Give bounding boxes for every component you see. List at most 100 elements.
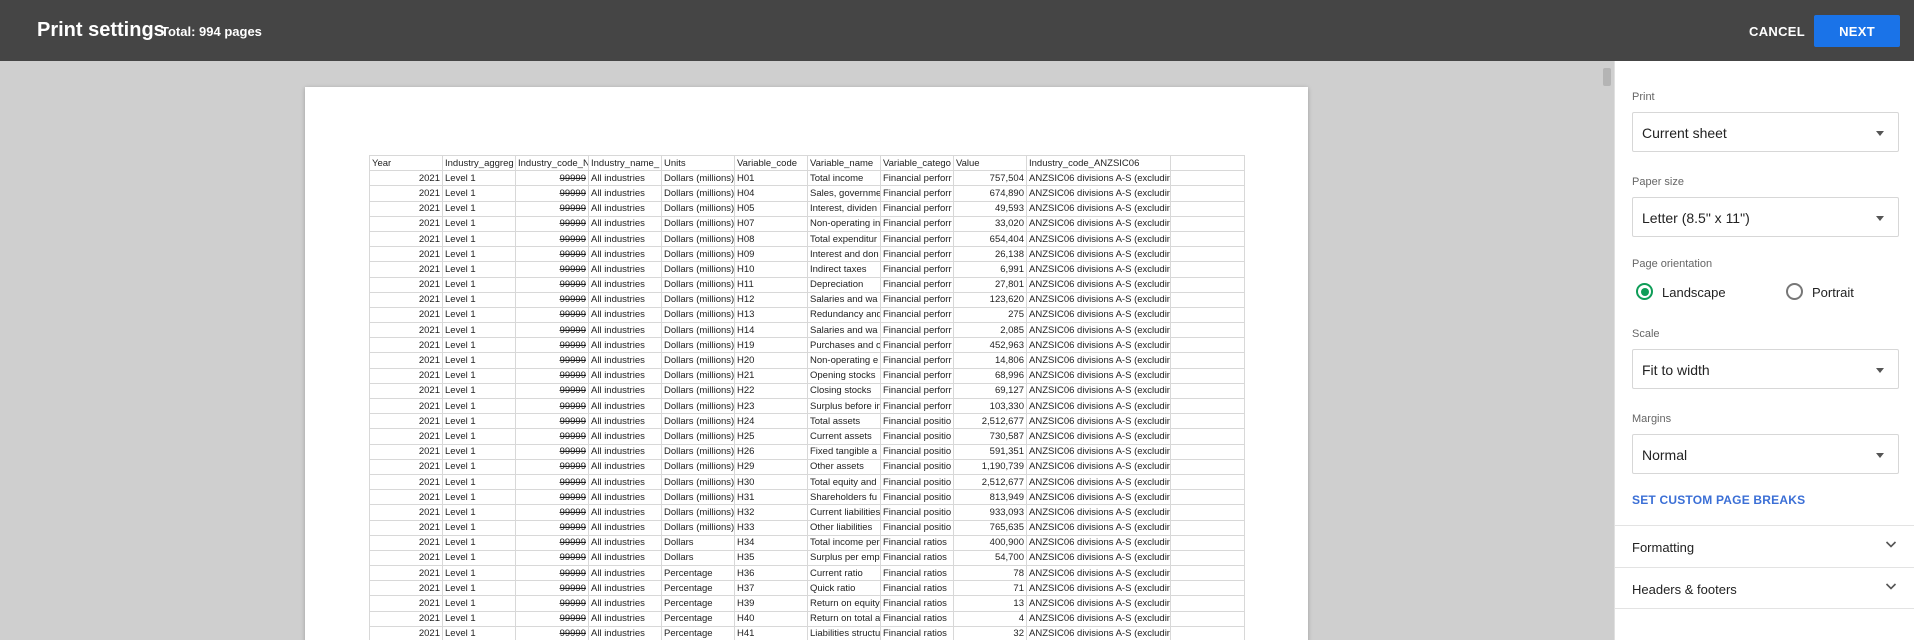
margins-select[interactable]: Normal xyxy=(1632,434,1899,474)
paper-size-select[interactable]: Letter (8.5" x 11") xyxy=(1632,197,1899,237)
table-cell: Dollars (millions) xyxy=(661,170,735,187)
table-row: 2021 Level 1 99999 All industries Dollars (m… xyxy=(369,291,1245,308)
print-select[interactable]: Current sheet xyxy=(1632,112,1899,152)
table-cell: Surplus per emp xyxy=(807,549,881,567)
table-cell: H26 xyxy=(734,443,808,460)
table-cell: Financial positio xyxy=(880,473,954,491)
table-cell: 99999 xyxy=(515,413,589,430)
table-row: 2021 Level 1 99999 All industries Dollars (m… xyxy=(369,322,1245,339)
table-row: 2021 Level 1 99999 All industries Percentage… xyxy=(369,565,1245,582)
preview-scrollbar[interactable] xyxy=(1603,68,1611,86)
table-cell: H13 xyxy=(734,306,808,324)
table-cell: Interest and don xyxy=(807,246,881,263)
table-cell xyxy=(1170,595,1245,612)
table-cell: Dollars (millions) xyxy=(661,276,735,293)
table-cell xyxy=(1170,306,1245,324)
table-cell: H37 xyxy=(734,580,808,597)
table-cell xyxy=(1170,185,1245,202)
table-header-row: Year Industry_aggreg Industry_code_N Indust… xyxy=(369,154,1245,172)
table-cell: Indirect taxes xyxy=(807,261,881,278)
preview-page: Year Industry_aggreg Industry_code_N Indust… xyxy=(305,87,1308,640)
table-cell: 99999 xyxy=(515,595,589,612)
table-cell: All industries xyxy=(588,428,662,445)
formatting-section[interactable]: Formatting xyxy=(1615,525,1914,567)
table-cell: Financial positio xyxy=(880,504,954,521)
table-cell xyxy=(1170,322,1245,339)
table-row: 2021 Level 1 99999 All industries Dollars H34… xyxy=(369,534,1245,551)
table-cell: Dollars (millions) xyxy=(661,428,735,445)
table-row: 2021 Level 1 99999 All industries Dollars (m… xyxy=(369,306,1245,324)
table-cell: Level 1 xyxy=(442,565,516,582)
table-row: 2021 Level 1 99999 All industries Dollars (m… xyxy=(369,215,1245,232)
table-cell: Financial perforr xyxy=(880,306,954,324)
table-cell: 13 xyxy=(953,595,1027,612)
table-cell: 68,996 xyxy=(953,367,1027,384)
table-cell: All industries xyxy=(588,230,662,248)
table-cell: H31 xyxy=(734,489,808,506)
table-cell: Level 1 xyxy=(442,413,516,430)
table-cell: H34 xyxy=(734,534,808,551)
table-cell: ANZSIC06 divisions A-S (excluding classe… xyxy=(1026,352,1171,369)
table-cell: 2021 xyxy=(369,185,443,202)
landscape-radio[interactable] xyxy=(1636,283,1653,300)
table-cell: Level 1 xyxy=(442,215,516,232)
table-cell: ANZSIC06 divisions A-S (excluding classe… xyxy=(1026,580,1171,597)
table-cell: All industries xyxy=(588,215,662,232)
table-cell: 103,330 xyxy=(953,397,1027,415)
table-cell: 2021 xyxy=(369,291,443,308)
table-cell: 2021 xyxy=(369,276,443,293)
table-cell: All industries xyxy=(588,443,662,460)
table-cell xyxy=(1170,534,1245,551)
table-cell: Surplus before in xyxy=(807,397,881,415)
column-header xyxy=(1170,154,1245,172)
portrait-radio[interactable] xyxy=(1786,283,1803,300)
table-cell xyxy=(1170,458,1245,475)
cancel-button[interactable]: CANCEL xyxy=(1734,16,1820,46)
table-cell: Level 1 xyxy=(442,428,516,445)
table-cell: Financial positio xyxy=(880,489,954,506)
table-cell xyxy=(1170,200,1245,217)
table-cell: Level 1 xyxy=(442,534,516,551)
table-cell: 99999 xyxy=(515,428,589,445)
scale-select[interactable]: Fit to width xyxy=(1632,349,1899,389)
table-cell: All industries xyxy=(588,519,662,536)
column-header: Industry_code_ANZSIC06 xyxy=(1026,154,1171,172)
table-cell: ANZSIC06 divisions A-S (excluding classe… xyxy=(1026,473,1171,491)
column-header: Industry_name_ xyxy=(588,154,662,172)
portrait-label[interactable]: Portrait xyxy=(1812,285,1854,300)
table-cell: 99999 xyxy=(515,625,589,640)
set-custom-page-breaks-link[interactable]: SET CUSTOM PAGE BREAKS xyxy=(1632,493,1805,507)
next-button[interactable]: NEXT xyxy=(1814,15,1900,47)
table-cell: Dollars (millions) xyxy=(661,200,735,217)
table-cell: 2021 xyxy=(369,534,443,551)
table-cell: Interest, dividen xyxy=(807,200,881,217)
table-cell: H40 xyxy=(734,610,808,627)
table-cell: Financial perforr xyxy=(880,215,954,232)
table-cell: Level 1 xyxy=(442,230,516,248)
table-cell: Financial ratios xyxy=(880,549,954,567)
table-cell: 2021 xyxy=(369,625,443,640)
formatting-label: Formatting xyxy=(1632,540,1695,555)
table-cell: H01 xyxy=(734,170,808,187)
print-preview[interactable]: Year Industry_aggreg Industry_code_N Indust… xyxy=(0,61,1604,640)
table-cell: Financial ratios xyxy=(880,565,954,582)
chevron-down-icon xyxy=(1885,541,1897,548)
table-cell: Level 1 xyxy=(442,352,516,369)
table-cell: Level 1 xyxy=(442,291,516,308)
table-cell: ANZSIC06 divisions A-S (excluding classe… xyxy=(1026,489,1171,506)
table-cell: Dollars (millions) xyxy=(661,215,735,232)
table-cell: Financial ratios xyxy=(880,534,954,551)
headers-footers-section[interactable]: Headers & footers xyxy=(1615,567,1914,609)
table-cell: 123,620 xyxy=(953,291,1027,308)
table-cell: ANZSIC06 divisions A-S (excluding classe… xyxy=(1026,458,1171,475)
table-cell: Dollars (millions) xyxy=(661,291,735,308)
table-cell: Non-operating e xyxy=(807,352,881,369)
table-cell: 99999 xyxy=(515,276,589,293)
table-cell: H07 xyxy=(734,215,808,232)
table-cell: Percentage xyxy=(661,595,735,612)
table-cell: Dollars (millions) xyxy=(661,230,735,248)
page-title: Print settings xyxy=(37,19,165,41)
landscape-label[interactable]: Landscape xyxy=(1662,285,1726,300)
table-cell: 2021 xyxy=(369,489,443,506)
table-cell: All industries xyxy=(588,322,662,339)
